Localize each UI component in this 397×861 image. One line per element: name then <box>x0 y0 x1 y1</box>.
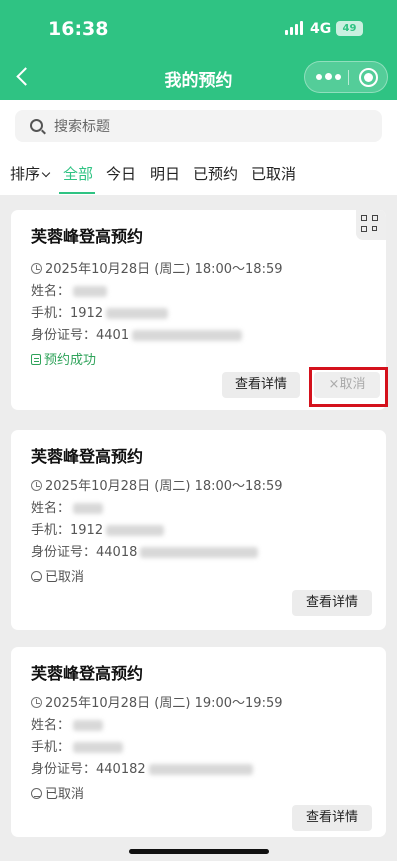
battery-icon: 49 <box>336 21 363 36</box>
masked-id <box>132 330 243 341</box>
name-label: 姓名： <box>31 501 71 516</box>
search-icon <box>30 119 43 132</box>
phone-label: 手机： <box>31 306 71 321</box>
status-text: 已取消 <box>45 787 85 802</box>
booking-card: 芙蓉峰登高预约 2025年10月28日 (周二) 19:00～19:59 姓名：… <box>11 647 386 837</box>
card-title: 芙蓉峰登高预约 <box>31 227 144 246</box>
booking-time: 2025年10月28日 (周二) 19:00～19:59 <box>31 692 283 711</box>
target-icon[interactable] <box>359 68 378 87</box>
masked-name <box>73 720 104 731</box>
home-indicator <box>129 849 269 854</box>
booking-success-icon <box>31 354 41 365</box>
time-text: 2025年10月28日 (周二) 18:00～18:59 <box>45 479 283 494</box>
id-row: 身份证号：4401 <box>31 324 243 343</box>
status-text: 预约成功 <box>44 353 97 368</box>
masked-id <box>140 547 259 558</box>
search-placeholder: 搜索标题 <box>54 119 110 135</box>
masked-phone <box>106 525 165 536</box>
card-title: 芙蓉峰登高预约 <box>31 447 144 466</box>
phone-row: 手机： <box>31 736 124 755</box>
clock-icon <box>31 697 42 708</box>
status-badge: 已取消 <box>31 783 84 802</box>
name-label: 姓名： <box>31 284 71 299</box>
status-time: 16:38 <box>48 18 109 40</box>
signal-icon <box>285 21 305 35</box>
time-text: 2025年10月28日 (周二) 18:00～18:59 <box>45 262 283 277</box>
id-value: 44018 <box>96 545 138 560</box>
network-type: 4G <box>310 21 332 37</box>
tab-today[interactable]: 今日 <box>106 163 136 184</box>
id-value: 4401 <box>96 328 130 343</box>
phone-value: 1912 <box>70 523 104 538</box>
name-row: 姓名： <box>31 497 104 516</box>
booking-time: 2025年10月28日 (周二) 18:00～18:59 <box>31 475 283 494</box>
status-badge: 已取消 <box>31 566 84 585</box>
status-text: 已取消 <box>45 570 85 585</box>
id-label: 身份证号： <box>31 545 97 560</box>
booking-time: 2025年10月28日 (周二) 18:00～18:59 <box>31 258 283 277</box>
id-value: 440182 <box>96 762 146 777</box>
tab-tomorrow[interactable]: 明日 <box>150 163 180 184</box>
highlight-box <box>309 367 388 407</box>
status-badge: 预约成功 <box>31 349 96 368</box>
booking-card: 芙蓉峰登高预约 2025年10月28日 (周二) 18:00～18:59 姓名：… <box>11 430 386 630</box>
name-label: 姓名： <box>31 718 71 733</box>
clock-icon <box>31 480 42 491</box>
view-details-button[interactable]: 查看详情 <box>222 372 300 398</box>
phone-row: 手机：1912 <box>31 519 165 538</box>
tab-all[interactable]: 全部 <box>63 163 93 184</box>
search-bar: 搜索标题 <box>0 100 397 150</box>
masked-phone <box>106 308 169 319</box>
more-dots-icon[interactable] <box>314 69 342 85</box>
id-row: 身份证号：440182 <box>31 758 253 777</box>
tab-cancelled[interactable]: 已取消 <box>251 163 296 184</box>
id-label: 身份证号： <box>31 762 97 777</box>
clock-icon <box>31 263 42 274</box>
id-label: 身份证号： <box>31 328 97 343</box>
phone-label: 手机： <box>31 740 71 755</box>
active-tab-indicator <box>59 192 95 194</box>
id-row: 身份证号：44018 <box>31 541 259 560</box>
masked-id <box>148 764 253 775</box>
time-text: 2025年10月28日 (周二) 19:00～19:59 <box>45 696 283 711</box>
phone-value: 1912 <box>70 306 104 321</box>
filter-tabs: 排序 全部 今日 明日 已预约 已取消 <box>0 150 397 195</box>
capsule-divider <box>348 70 349 85</box>
phone-row: 手机：1912 <box>31 302 169 321</box>
tab-booked[interactable]: 已预约 <box>193 163 238 184</box>
sort-label: 排序 <box>10 165 41 183</box>
masked-name <box>73 286 108 297</box>
cancelled-icon <box>31 571 42 582</box>
name-row: 姓名： <box>31 714 104 733</box>
masked-phone <box>73 742 124 753</box>
name-row: 姓名： <box>31 280 108 299</box>
sort-dropdown[interactable]: 排序 <box>10 163 51 184</box>
search-input[interactable]: 搜索标题 <box>15 110 382 142</box>
card-title: 芙蓉峰登高预约 <box>31 664 144 683</box>
app-header: 16:38 4G 49 我的预约 <box>0 0 397 100</box>
qr-code-icon[interactable] <box>356 210 386 240</box>
masked-name <box>73 503 104 514</box>
mini-program-capsule <box>304 61 388 93</box>
view-details-button[interactable]: 查看详情 <box>292 590 372 616</box>
chevron-down-icon <box>41 168 51 178</box>
view-details-button[interactable]: 查看详情 <box>292 805 372 831</box>
phone-label: 手机： <box>31 523 71 538</box>
cancelled-icon <box>31 788 42 799</box>
